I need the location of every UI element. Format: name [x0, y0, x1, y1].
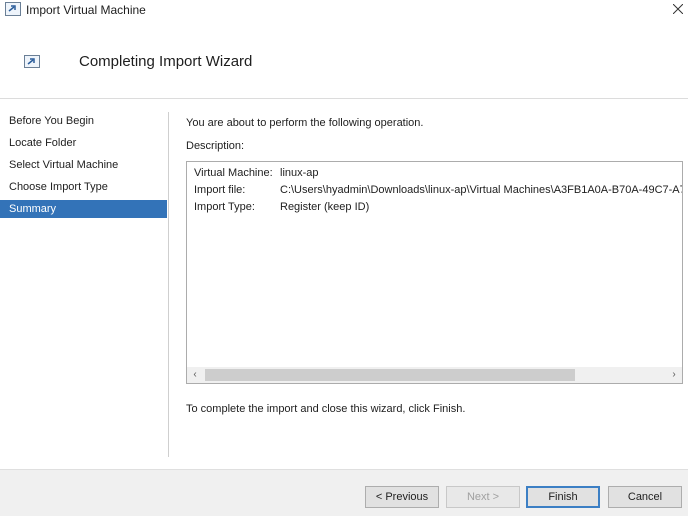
close-button[interactable] — [668, 0, 688, 20]
detail-key: Import Type: — [194, 201, 255, 213]
detail-key: Import file: — [194, 184, 246, 196]
title-bar: Import Virtual Machine — [0, 0, 688, 20]
nav-item-before-you-begin[interactable]: Before You Begin — [0, 112, 167, 130]
next-button[interactable]: Next > — [446, 486, 520, 508]
finish-button[interactable]: Finish — [526, 486, 600, 508]
detail-key: Virtual Machine: — [194, 167, 273, 179]
close-icon — [673, 4, 683, 14]
page-title: Completing Import Wizard — [79, 53, 253, 70]
scroll-left-icon[interactable]: ‹ — [187, 367, 203, 383]
nav-item-select-virtual-machine[interactable]: Select Virtual Machine — [0, 156, 167, 174]
scroll-right-icon[interactable]: › — [666, 367, 682, 383]
detail-value: C:\Users\hyadmin\Downloads\linux-ap\Virt… — [280, 184, 683, 196]
wizard-step-nav: Before You Begin Locate Folder Select Vi… — [0, 99, 170, 469]
window-title: Import Virtual Machine — [26, 3, 146, 17]
wizard-footer: < Previous Next > Finish Cancel — [0, 469, 688, 516]
wizard-icon — [24, 55, 40, 68]
scrollbar-thumb[interactable] — [205, 369, 575, 381]
description-box[interactable]: Virtual Machine: linux-ap Import file: C… — [186, 161, 683, 384]
previous-button[interactable]: < Previous — [365, 486, 439, 508]
detail-value: Register (keep ID) — [280, 201, 370, 213]
wizard-header: Completing Import Wizard — [0, 20, 688, 99]
virtual-machine-import-icon — [5, 2, 21, 16]
nav-item-locate-folder[interactable]: Locate Folder — [0, 134, 167, 152]
finish-instruction: To complete the import and close this wi… — [186, 403, 466, 415]
detail-value: linux-ap — [280, 167, 319, 179]
nav-divider — [168, 112, 169, 457]
intro-text: You are about to perform the following o… — [186, 117, 424, 129]
description-label: Description: — [186, 140, 245, 152]
nav-item-summary[interactable]: Summary — [0, 200, 167, 218]
horizontal-scrollbar[interactable]: ‹ › — [187, 367, 682, 383]
cancel-button[interactable]: Cancel — [608, 486, 682, 508]
nav-item-choose-import-type[interactable]: Choose Import Type — [0, 178, 167, 196]
